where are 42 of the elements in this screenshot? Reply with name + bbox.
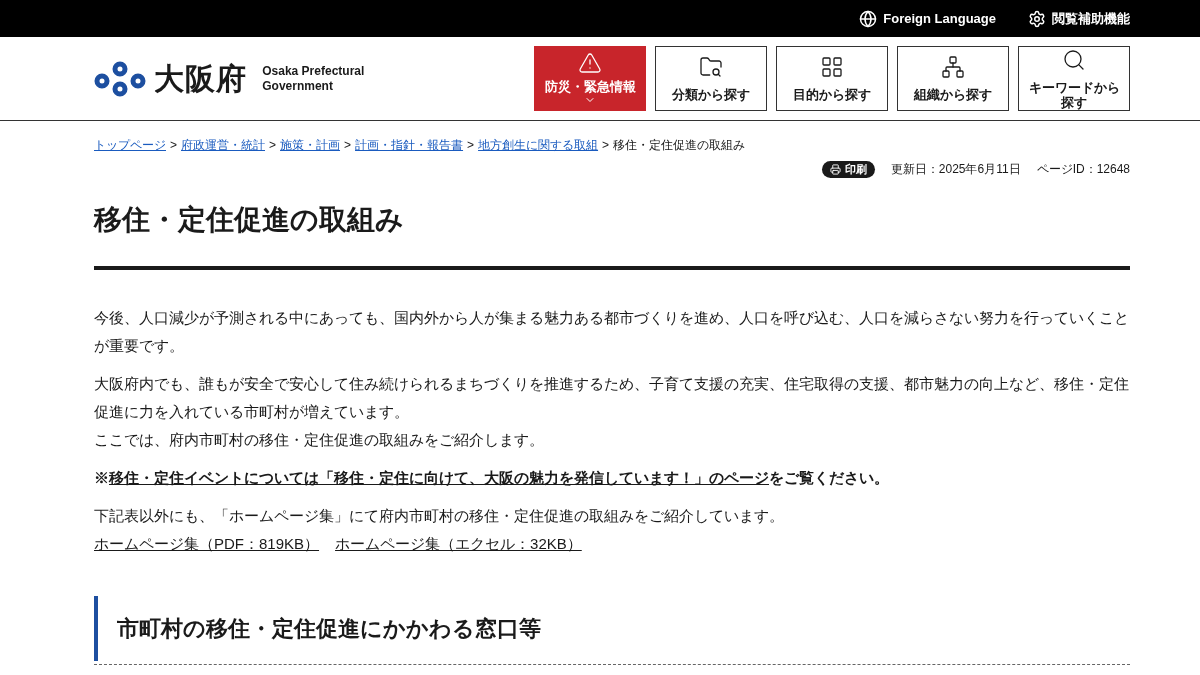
- updated-date: 更新日：2025年6月11日: [890, 161, 1021, 178]
- breadcrumb-current: 移住・定住促進の取組み: [613, 137, 746, 154]
- notice-text: ※移住・定住イベントについては「移住・定住に向けて、大阪の魅力を発信しています！」のページをご覧ください。: [94, 468, 890, 488]
- body-text: 今後、人口減少が予測される中にあっても、国内外から人が集まる魅力ある都市づくりを進め、人口を呼び込む、人口を減らさない努力を行っていくことが重要です。: [94, 308, 1130, 356]
- breadcrumb-separator: >: [467, 137, 475, 154]
- breadcrumb-separator: >: [602, 137, 610, 154]
- event-page-link[interactable]: 移住・定住イベントについては「移住・定住に向けて、大阪の魅力を発信しています！」のページ: [109, 469, 769, 486]
- breadcrumb-separator: >: [269, 137, 277, 154]
- body-text: 下記表以外にも、「ホームページ集」にて府内市町村の移住・定住促進の取組みをご紹介しています。: [94, 506, 785, 526]
- folder-search-icon: [699, 55, 723, 79]
- logo-text: 大阪府: [154, 61, 247, 97]
- breadcrumb-separator: >: [344, 137, 352, 154]
- search-icon: [1062, 47, 1086, 72]
- print-button[interactable]: 印刷: [821, 160, 875, 178]
- nav-button[interactable]: 分類から探す: [655, 46, 767, 111]
- page-title: 移住・定住促進の取組み: [94, 203, 405, 237]
- top-bar-link[interactable]: 閲覧補助機能: [1028, 8, 1130, 29]
- download-link[interactable]: ホームページ集（PDF：819KB）: [94, 530, 320, 558]
- printer-icon: [829, 163, 841, 175]
- body-text: ここでは、府内市町村の移住・定住促進の取組みをご紹介します。: [94, 430, 545, 450]
- nav-button[interactable]: 組織から探す: [897, 46, 1009, 111]
- breadcrumb-link[interactable]: 地方創生に関する取組: [478, 136, 599, 154]
- breadcrumb-link[interactable]: 施策・計画: [280, 136, 341, 154]
- section-heading: 市町村の移住・定住促進にかかわる窓口等: [94, 596, 1130, 661]
- download-link[interactable]: ホームページ集（エクセル：32KB）: [335, 530, 582, 558]
- warning-icon: [578, 51, 602, 75]
- nav-button[interactable]: 防災・緊急情報: [534, 46, 646, 111]
- logo-subtitle: Osaka Prefectural Government: [262, 63, 365, 94]
- nav-button[interactable]: 目的から探す: [776, 46, 888, 111]
- body-text: 大阪府内でも、誰もが安全で安心して住み続けられるまちづくりを推進するため、子育て支援の充実、住宅取得の支援、都市魅力の向上など、移住・定住促進に力を入れている市町村が増えています。: [94, 374, 1130, 422]
- globe-icon: [859, 9, 878, 28]
- top-bar-link[interactable]: Foreign Language: [859, 8, 996, 29]
- page-id: ページID：12648: [1036, 161, 1130, 178]
- settings-icon: [1028, 9, 1046, 28]
- grid-icon: [820, 55, 844, 79]
- network-icon: [941, 55, 965, 79]
- breadcrumb-separator: >: [170, 137, 177, 154]
- breadcrumb-link[interactable]: 府政運営・統計: [181, 136, 265, 154]
- breadcrumb-link[interactable]: トップページ: [94, 136, 166, 154]
- nav-button[interactable]: キーワードから探す: [1018, 46, 1130, 111]
- breadcrumb-link[interactable]: 計画・指針・報告書: [355, 136, 464, 154]
- site-logo[interactable]: 大阪府 Osaka Prefectural Government: [94, 56, 365, 101]
